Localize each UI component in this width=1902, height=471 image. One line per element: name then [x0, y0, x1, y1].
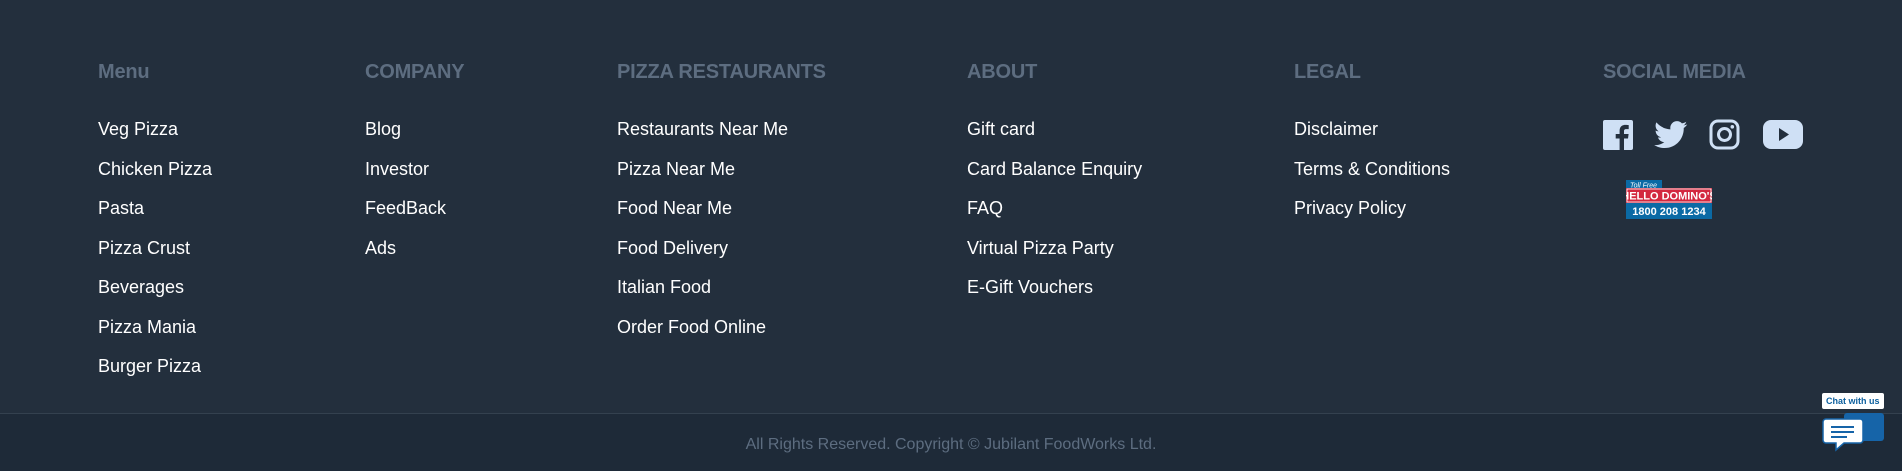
link-pizza-crust[interactable]: Pizza Crust — [98, 237, 212, 277]
link-food-near-me[interactable]: Food Near Me — [617, 197, 826, 237]
pizza-restaurants-links: Restaurants Near Me Pizza Near Me Food N… — [617, 118, 826, 355]
company-links: Blog Investor FeedBack Ads — [365, 118, 464, 276]
link-beverages[interactable]: Beverages — [98, 276, 212, 316]
link-pasta[interactable]: Pasta — [98, 197, 212, 237]
pizza-restaurants-column: PIZZA RESTAURANTS Restaurants Near Me Pi… — [617, 60, 826, 355]
company-heading: COMPANY — [365, 61, 465, 83]
about-links: Gift card Card Balance Enquiry FAQ Virtu… — [967, 118, 1142, 316]
legal-column: LEGAL Disclaimer Terms & Conditions Priv… — [1294, 60, 1450, 237]
link-pizza-near-me[interactable]: Pizza Near Me — [617, 158, 826, 198]
menu-heading: Menu — [98, 61, 150, 83]
chat-widget[interactable]: Chat with us — [1822, 393, 1884, 453]
toll-free-number: 1800 208 1234 — [1632, 206, 1706, 218]
social-media-heading: SOCIAL MEDIA — [1603, 61, 1746, 83]
copyright-text: All Rights Reserved. Copyright © Jubilan… — [745, 436, 1157, 453]
link-order-food-online[interactable]: Order Food Online — [617, 316, 826, 356]
twitter-icon[interactable] — [1654, 120, 1688, 154]
link-card-balance-enquiry[interactable]: Card Balance Enquiry — [967, 158, 1142, 198]
social-icons-row — [1603, 119, 1803, 155]
about-column: ABOUT Gift card Card Balance Enquiry FAQ… — [967, 60, 1142, 316]
chat-label[interactable]: Chat with us — [1822, 393, 1884, 409]
pizza-restaurants-heading: PIZZA RESTAURANTS — [617, 61, 826, 83]
footer-bottom-bar: All Rights Reserved. Copyright © Jubilan… — [0, 413, 1902, 471]
link-pizza-mania[interactable]: Pizza Mania — [98, 316, 212, 356]
toll-free-badge[interactable]: Toll Free HELLO DOMINO'S 1800 208 1234 — [1621, 180, 1717, 220]
link-veg-pizza[interactable]: Veg Pizza — [98, 118, 212, 158]
footer-links-section: Menu Veg Pizza Chicken Pizza Pasta Pizza… — [0, 0, 1902, 413]
facebook-icon[interactable] — [1603, 119, 1633, 155]
legal-links: Disclaimer Terms & Conditions Privacy Po… — [1294, 118, 1450, 237]
about-heading: ABOUT — [967, 61, 1038, 83]
link-blog[interactable]: Blog — [365, 118, 464, 158]
youtube-icon[interactable] — [1763, 120, 1803, 154]
chat-bubble-icon[interactable] — [1822, 413, 1884, 458]
link-italian-food[interactable]: Italian Food — [617, 276, 826, 316]
link-feedback[interactable]: FeedBack — [365, 197, 464, 237]
instagram-icon[interactable] — [1709, 119, 1740, 155]
link-faq[interactable]: FAQ — [967, 197, 1142, 237]
link-ads[interactable]: Ads — [365, 237, 464, 277]
legal-heading: LEGAL — [1294, 61, 1361, 83]
menu-links: Veg Pizza Chicken Pizza Pasta Pizza Crus… — [98, 118, 212, 395]
link-investor[interactable]: Investor — [365, 158, 464, 198]
link-e-gift-vouchers[interactable]: E-Gift Vouchers — [967, 276, 1142, 316]
link-chicken-pizza[interactable]: Chicken Pizza — [98, 158, 212, 198]
link-disclaimer[interactable]: Disclaimer — [1294, 118, 1450, 158]
link-virtual-pizza-party[interactable]: Virtual Pizza Party — [967, 237, 1142, 277]
link-gift-card[interactable]: Gift card — [967, 118, 1142, 158]
toll-free-title: HELLO DOMINO'S — [1626, 191, 1712, 203]
link-terms-conditions[interactable]: Terms & Conditions — [1294, 158, 1450, 198]
link-privacy-policy[interactable]: Privacy Policy — [1294, 197, 1450, 237]
company-column: COMPANY Blog Investor FeedBack Ads — [365, 60, 465, 276]
link-burger-pizza[interactable]: Burger Pizza — [98, 355, 212, 395]
link-food-delivery[interactable]: Food Delivery — [617, 237, 826, 277]
social-media-column: SOCIAL MEDIA — [1603, 60, 1803, 155]
link-restaurants-near-me[interactable]: Restaurants Near Me — [617, 118, 826, 158]
menu-column: Menu Veg Pizza Chicken Pizza Pasta Pizza… — [98, 60, 212, 395]
